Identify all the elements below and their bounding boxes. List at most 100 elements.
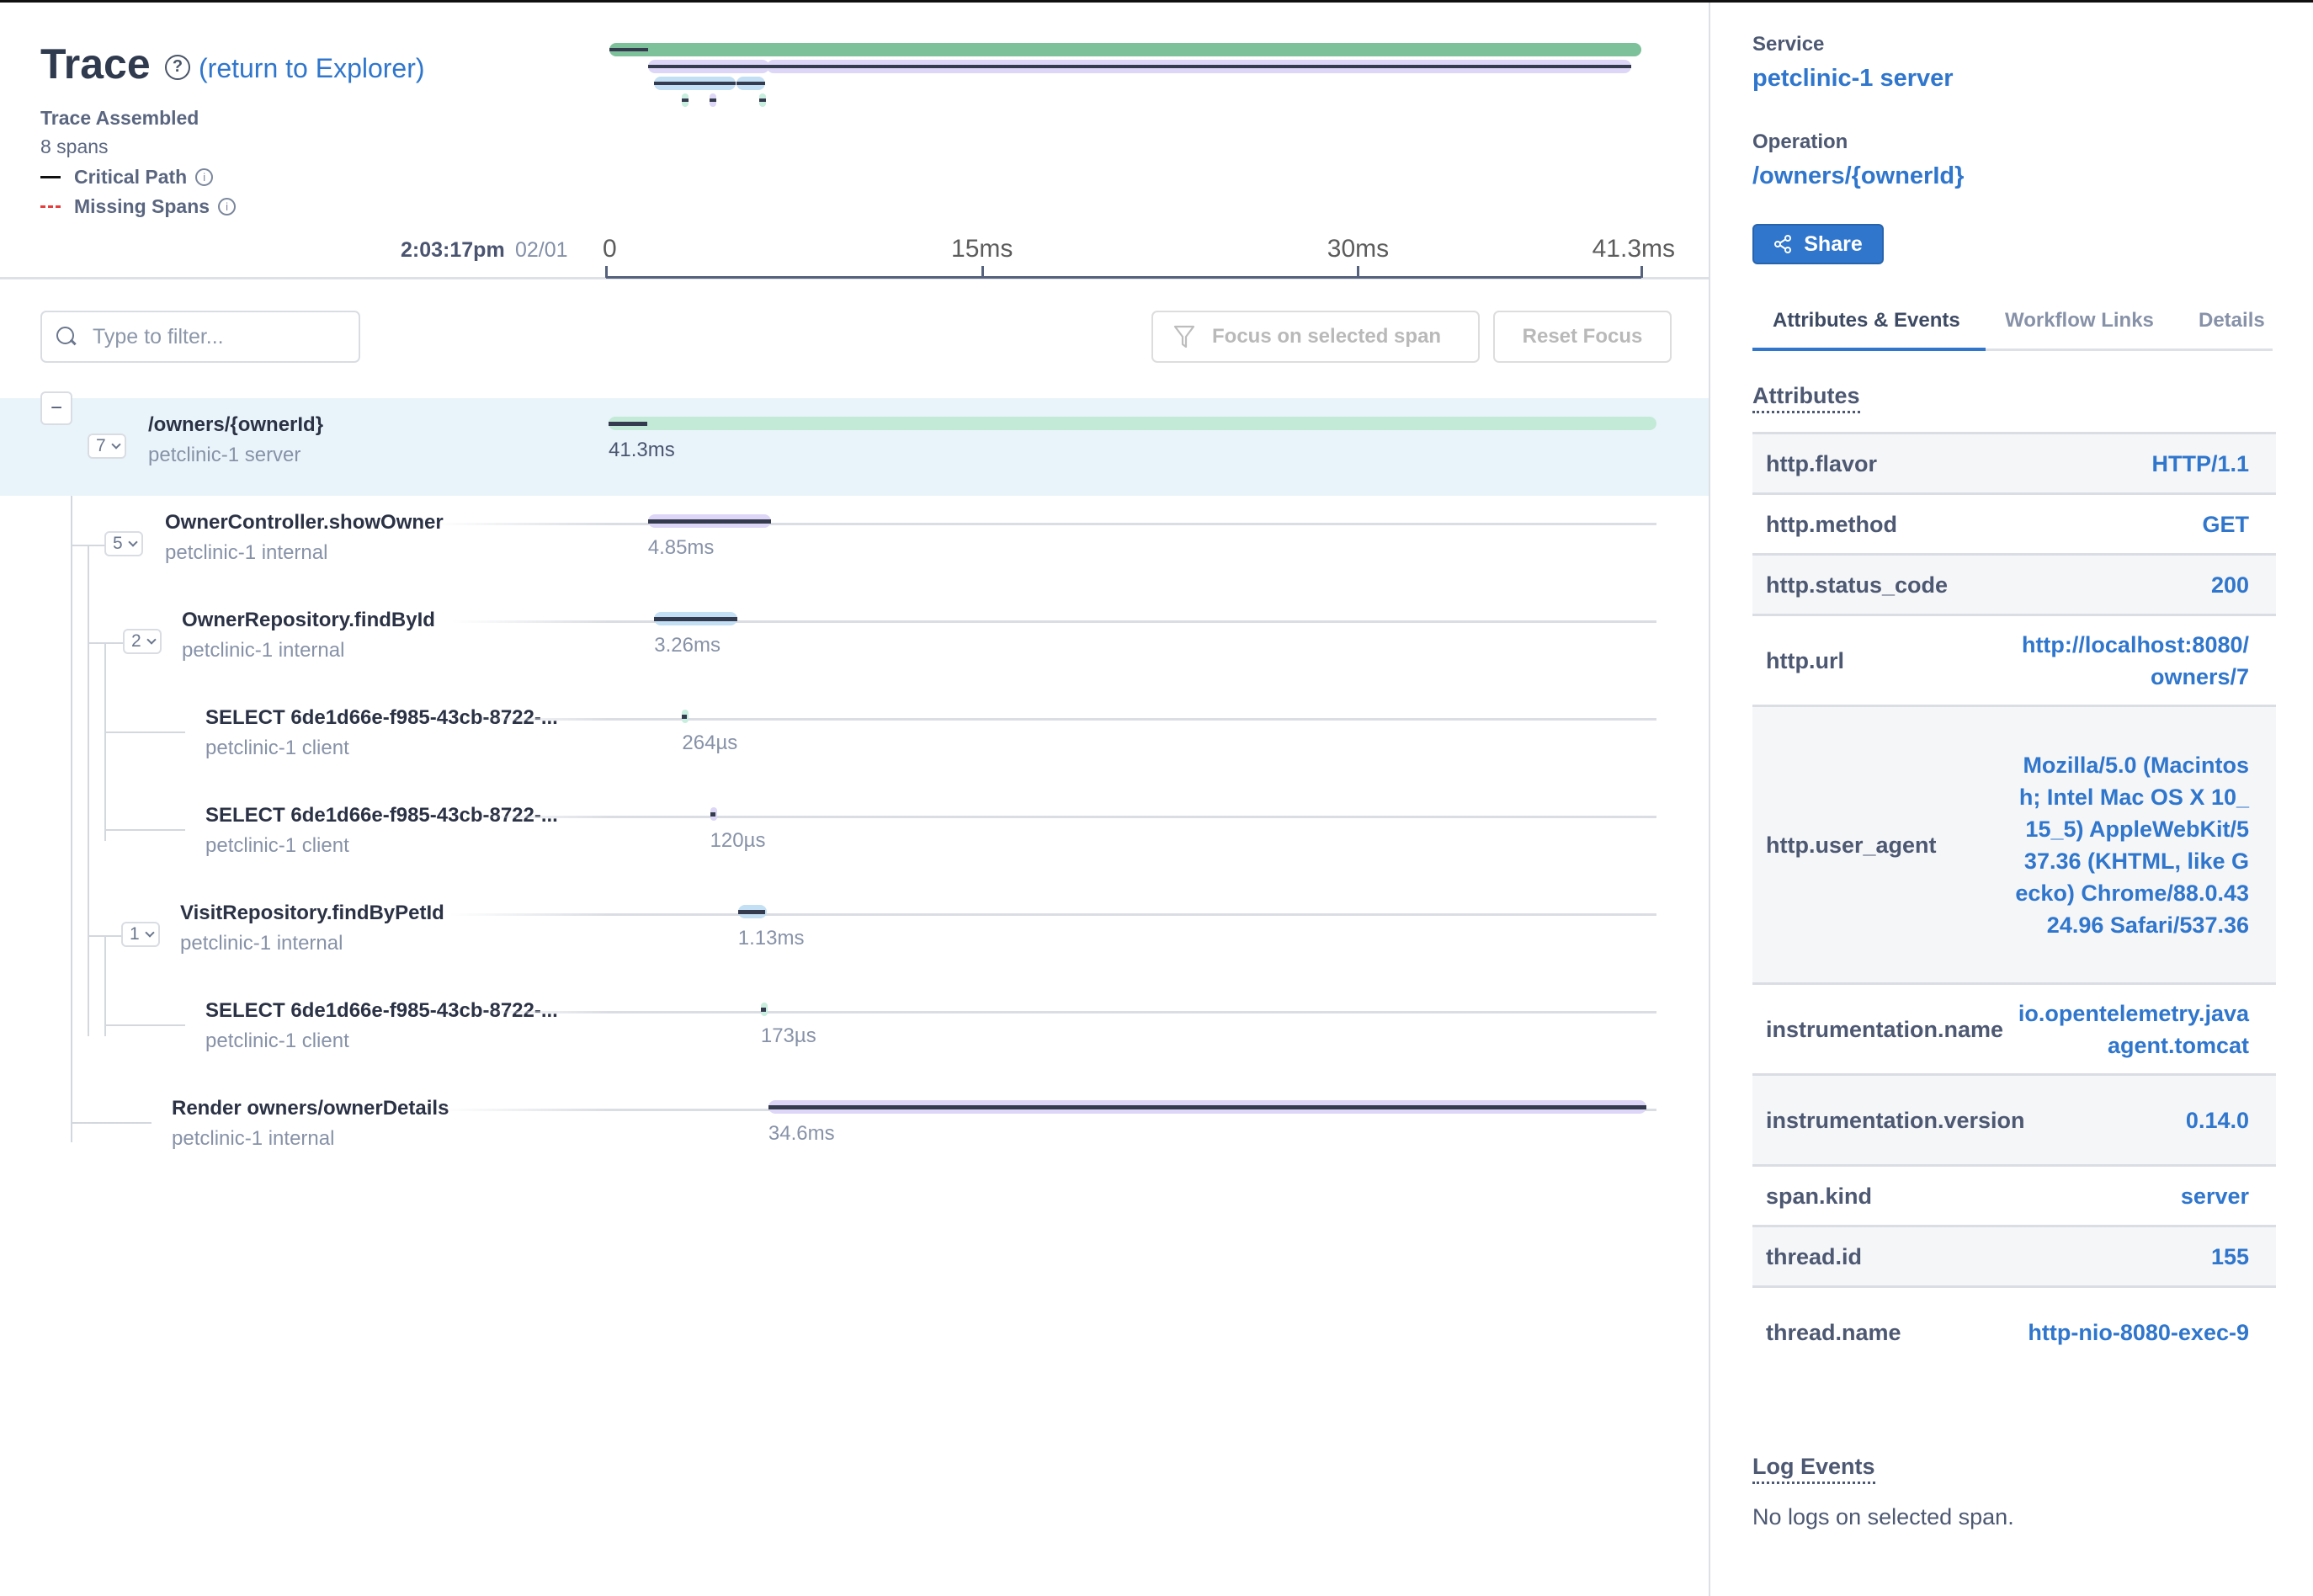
focus-label: Focus on selected span: [1212, 325, 1442, 348]
trace-start-time: 2:03:17pm: [401, 238, 505, 262]
return-to-explorer-link[interactable]: (return to Explorer): [199, 53, 425, 84]
expand-children-button[interactable]: 1: [121, 922, 160, 947]
span-name: OwnerController.showOwner: [165, 511, 444, 534]
span-bar[interactable]: [609, 417, 1656, 430]
tab-workflow-links[interactable]: Workflow Links: [2005, 309, 2154, 332]
attribute-value[interactable]: Mozilla/5.0 (Macintosh; Intel Mac OS X 1…: [2013, 749, 2249, 941]
tab-details[interactable]: Details: [2199, 309, 2265, 332]
span-row[interactable]: VisitRepository.findByPetId petclinic-1 i…: [0, 886, 1709, 984]
span-duration: 34.6ms: [768, 1122, 835, 1145]
span-service: petclinic-1 client: [205, 834, 349, 857]
attribute-value[interactable]: HTTP/1.1: [2013, 448, 2249, 480]
filter-input[interactable]: [93, 324, 345, 349]
span-track: [609, 816, 1656, 818]
info-icon[interactable]: i: [218, 198, 237, 215]
search-icon: [56, 326, 77, 348]
active-tab-indicator: [1752, 348, 1986, 351]
row-connector: [434, 523, 609, 525]
attributes-table: http.flavor HTTP/1.1 http.method GET http.st…: [1752, 432, 2276, 1376]
span-name: OwnerRepository.findById: [182, 609, 435, 631]
share-button[interactable]: Share: [1752, 224, 1884, 264]
service-label: Service: [1752, 33, 1825, 56]
minimap-span-bar: [654, 77, 736, 90]
chevron-down-icon: [128, 537, 138, 547]
span-duration: 1.13ms: [737, 927, 805, 950]
span-duration: 3.26ms: [654, 634, 720, 657]
axis-tick-label: 30ms: [1327, 235, 1390, 263]
span-duration: 41.3ms: [609, 439, 675, 461]
info-icon[interactable]: i: [195, 168, 214, 186]
service-value-link[interactable]: petclinic-1 server: [1752, 65, 1954, 93]
span-service: petclinic-1 client: [205, 1029, 349, 1052]
operation-label: Operation: [1752, 130, 1848, 153]
chevron-down-icon: [145, 928, 155, 938]
attribute-value[interactable]: server: [2013, 1180, 2249, 1212]
row-connector: [441, 1109, 609, 1111]
span-row[interactable]: Render owners/ownerDetails petclinic-1 in…: [0, 1082, 1709, 1179]
axis-tick-label: 15ms: [951, 235, 1013, 263]
span-duration: 4.85ms: [647, 536, 715, 559]
reset-focus-button[interactable]: Reset Focus: [1493, 311, 1672, 363]
tab-attributes-events[interactable]: Attributes & Events: [1773, 309, 1960, 332]
focus-selected-span-button[interactable]: Focus on selected span: [1151, 311, 1480, 363]
span-name: VisitRepository.findByPetId: [180, 902, 444, 924]
expand-children-button[interactable]: 5: [104, 531, 143, 556]
attribute-row: span.kind server: [1752, 1164, 2276, 1225]
attribute-key: http.url: [1766, 647, 1844, 673]
span-row[interactable]: OwnerController.showOwner petclinic-1 int…: [0, 496, 1709, 593]
child-count: 2: [131, 631, 141, 651]
attribute-value[interactable]: 200: [2013, 569, 2249, 601]
span-service: petclinic-1 internal: [165, 541, 328, 564]
span-row[interactable]: OwnerRepository.findById petclinic-1 inte…: [0, 593, 1709, 691]
attribute-row: instrumentation.version 0.14.0: [1752, 1073, 2276, 1164]
attribute-row: http.user_agent Mozilla/5.0 (Macintosh; I…: [1752, 705, 2276, 982]
legend-missing-spans: Missing Spans i: [40, 195, 237, 218]
collapse-all-button[interactable]: −: [40, 391, 72, 425]
attribute-value[interactable]: io.opentelemetry.javaagent.tomcat: [2013, 998, 2249, 1061]
span-row[interactable]: SELECT 6de1d66e-f985-43cb-8722-... petcli…: [0, 789, 1709, 886]
span-service: petclinic-1 internal: [180, 932, 343, 955]
critical-path-segment: [682, 98, 689, 102]
minimap-span-bar: [736, 77, 765, 90]
attribute-key: http.status_code: [1766, 572, 1949, 598]
trace-minimap[interactable]: [609, 43, 1641, 114]
critical-path-segment: [736, 82, 765, 85]
critical-path-segment: [768, 1105, 1646, 1109]
help-icon[interactable]: ?: [165, 55, 190, 80]
attribute-value[interactable]: http-nio-8080-exec-9: [2013, 1317, 2249, 1349]
attribute-row: instrumentation.name io.opentelemetry.jav…: [1752, 982, 2276, 1073]
legend-critical-path: Critical Path i: [40, 166, 214, 189]
attribute-value[interactable]: 0.14.0: [2013, 1104, 2249, 1136]
attribute-key: http.method: [1766, 511, 1897, 537]
attribute-value[interactable]: 155: [2013, 1241, 2249, 1273]
row-connector: [475, 816, 609, 818]
span-row[interactable]: SELECT 6de1d66e-f985-43cb-8722-... petcli…: [0, 691, 1709, 789]
attribute-value[interactable]: GET: [2013, 508, 2249, 540]
trace-pane: Trace ? (return to Explorer) Trace Assem…: [0, 3, 1710, 1596]
critical-path-segment: [760, 1008, 766, 1012]
minimap-span-bar: [609, 43, 1641, 56]
span-duration: 173µs: [760, 1024, 816, 1047]
child-count: 7: [96, 436, 106, 455]
filter-funnel-icon: [1173, 325, 1195, 348]
row-connector: [451, 620, 609, 623]
span-track: [609, 718, 1656, 721]
expand-children-button[interactable]: 7: [88, 434, 126, 459]
span-row[interactable]: SELECT 6de1d66e-f985-43cb-8722-... petcli…: [0, 984, 1709, 1082]
minimap-span-bar: [648, 60, 769, 73]
operation-value-link[interactable]: /owners/{ownerId}: [1752, 162, 1964, 190]
expand-children-button[interactable]: 2: [123, 629, 162, 654]
attribute-value[interactable]: http://localhost:8080/owners/7: [2013, 629, 2249, 693]
minimap-span-bar: [767, 60, 1632, 73]
filter-box: [40, 311, 360, 363]
minimap-span-bar: [709, 93, 716, 107]
critical-path-segment: [709, 98, 716, 102]
span-row[interactable]: /owners/{ownerId} petclinic-1 server 7 41.3…: [0, 398, 1709, 496]
attribute-key: instrumentation.name: [1766, 1016, 2004, 1042]
span-details-pane: Service petclinic-1 server Operation /ow…: [1712, 3, 2313, 1596]
attribute-key: http.flavor: [1766, 450, 1877, 476]
trace-start-date: 02/01: [515, 238, 568, 262]
attribute-row: thread.name http-nio-8080-exec-9: [1752, 1285, 2276, 1376]
span-name: Render owners/ownerDetails: [172, 1097, 449, 1120]
attribute-row: http.status_code 200: [1752, 553, 2276, 614]
